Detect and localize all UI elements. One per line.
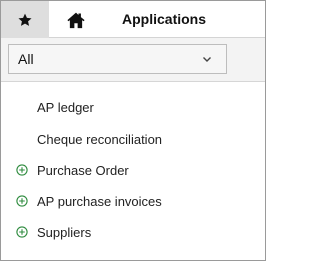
app-navigation-panel: Applications All AP ledger Cheque reconc… (0, 0, 266, 261)
list-item-purchase-order[interactable]: Purchase Order (1, 160, 265, 182)
list-item-label: AP ledger (37, 100, 94, 115)
tab-home[interactable] (57, 1, 95, 38)
filter-bar: All (1, 38, 265, 82)
list-item-cheque-reconciliation[interactable]: Cheque reconciliation (1, 129, 265, 151)
list-item-ap-purchase-invoices[interactable]: AP purchase invoices (1, 191, 265, 213)
list-item-label: Suppliers (37, 225, 92, 240)
chevron-down-icon (203, 57, 211, 62)
list-item-ap-ledger[interactable]: AP ledger (1, 97, 265, 119)
category-filter-value: All (18, 51, 34, 67)
tab-favorites[interactable] (1, 1, 49, 38)
expand-plus-icon[interactable] (16, 195, 28, 207)
list-item-label: Cheque reconciliation (37, 132, 163, 147)
tab-bar: Applications (1, 1, 265, 38)
expand-plus-icon[interactable] (16, 164, 28, 176)
tab-applications[interactable]: Applications (122, 1, 206, 38)
expand-plus-icon[interactable] (16, 226, 28, 238)
list-item-label: AP purchase invoices (37, 194, 162, 209)
category-filter-select[interactable]: All (8, 44, 227, 74)
list-item-label: Purchase Order (37, 163, 129, 178)
home-icon (67, 12, 85, 28)
star-icon (18, 13, 32, 26)
list-item-suppliers[interactable]: Suppliers (1, 222, 265, 244)
